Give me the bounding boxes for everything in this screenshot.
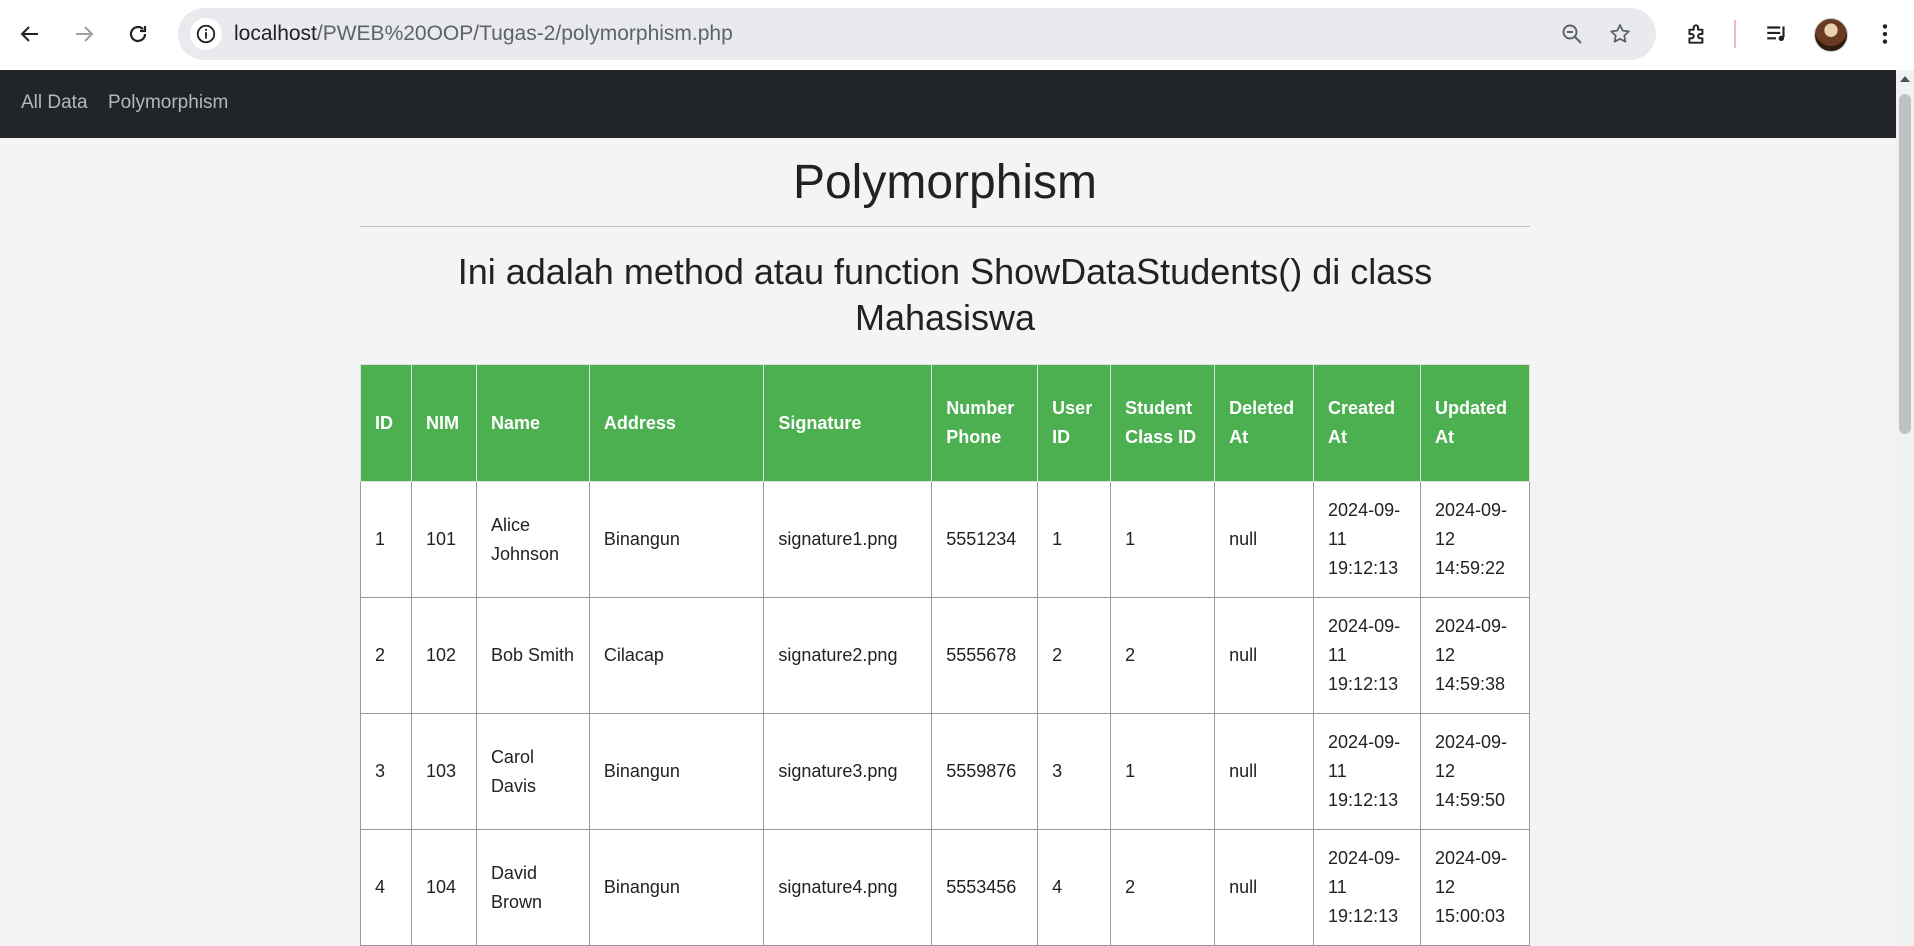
site-info-icon[interactable] <box>190 18 222 50</box>
table-cell: Cilacap <box>588 597 765 714</box>
back-button[interactable] <box>10 14 50 54</box>
table-cell: 2024-09-11 19:12:13 <box>1313 597 1421 714</box>
students-table: ID NIM Name Address Signature Number Pho… <box>360 364 1531 946</box>
more-menu-icon[interactable] <box>1868 17 1902 51</box>
profile-avatar[interactable] <box>1814 18 1848 52</box>
bookmark-star-icon[interactable] <box>1606 20 1634 48</box>
url-host: localhost <box>234 22 317 45</box>
column-header: NIM <box>410 364 477 482</box>
column-header: Signature <box>763 364 933 482</box>
url-text[interactable]: localhost/PWEB%20OOP/Tugas-2/polymorphis… <box>234 22 733 46</box>
forward-button[interactable] <box>64 14 104 54</box>
table-cell: Binangun <box>588 829 765 946</box>
table-cell: Bob Smith <box>475 597 590 714</box>
table-header-row: ID NIM Name Address Signature Number Pho… <box>360 364 1531 482</box>
reload-icon <box>129 25 147 43</box>
main-content: Polymorphism Ini adalah method atau func… <box>360 138 1531 946</box>
table-cell: 1 <box>1037 481 1112 598</box>
table-cell: 2024-09-12 15:00:03 <box>1419 829 1531 946</box>
table-cell: 1 <box>360 481 412 598</box>
column-header: User ID <box>1037 364 1112 482</box>
table-cell: 102 <box>410 597 477 714</box>
table-cell: Alice Johnson <box>475 481 590 598</box>
table-cell: signature2.png <box>763 597 933 714</box>
arrow-left-icon <box>20 26 38 42</box>
title-divider <box>360 226 1530 227</box>
table-cell: 2 <box>360 597 412 714</box>
arrow-right-icon <box>76 26 94 42</box>
column-header: Name <box>475 364 590 482</box>
table-cell: null <box>1214 481 1315 598</box>
table-cell: 2024-09-11 19:12:13 <box>1313 713 1421 830</box>
table-cell: 1 <box>1110 713 1216 830</box>
table-cell: Binangun <box>588 713 765 830</box>
table-cell: 2 <box>1110 829 1216 946</box>
page-title: Polymorphism <box>792 156 1098 209</box>
table-cell: 2024-09-12 14:59:50 <box>1419 713 1531 830</box>
table-cell: 101 <box>410 481 477 598</box>
table-cell: null <box>1214 597 1315 714</box>
column-header: Updated At <box>1419 364 1531 482</box>
nav-link-polymorphism[interactable]: Polymorphism <box>108 92 228 114</box>
table-cell: 4 <box>1037 829 1112 946</box>
column-header: Number Phone <box>931 364 1039 482</box>
zoom-icon[interactable] <box>1558 20 1586 48</box>
scrollbar-thumb[interactable] <box>1899 94 1911 434</box>
table-cell: 5555678 <box>931 597 1039 714</box>
table-cell: signature1.png <box>763 481 933 598</box>
url-path: /PWEB%20OOP/Tugas-2/polymorphism.php <box>316 22 733 45</box>
address-bar[interactable]: localhost/PWEB%20OOP/Tugas-2/polymorphis… <box>178 8 1656 60</box>
table-cell: 2024-09-11 19:12:13 <box>1313 481 1421 598</box>
page-scrollbar[interactable] <box>1896 70 1914 946</box>
page-viewport: All Data Polymorphism Polymorphism Ini a… <box>0 70 1914 946</box>
media-control-icon[interactable] <box>1760 17 1794 51</box>
table-cell: null <box>1214 713 1315 830</box>
table-cell: 104 <box>410 829 477 946</box>
column-header: ID <box>360 364 412 482</box>
table-cell: null <box>1214 829 1315 946</box>
column-header: Deleted At <box>1214 364 1315 482</box>
table-cell: signature4.png <box>763 829 933 946</box>
browser-toolbar: localhost/PWEB%20OOP/Tugas-2/polymorphis… <box>0 0 1914 70</box>
table-cell: 2024-09-12 14:59:38 <box>1419 597 1531 714</box>
site-navbar: All Data Polymorphism <box>0 70 1896 138</box>
table-cell: 3 <box>360 713 412 830</box>
reload-button[interactable] <box>118 14 158 54</box>
table-cell: 103 <box>410 713 477 830</box>
table-cell: 2 <box>1110 597 1216 714</box>
table-cell: 5551234 <box>931 481 1039 598</box>
column-header: Student Class ID <box>1110 364 1216 482</box>
table-row: 2 102 Bob Smith Cilacap signature2.png 5… <box>360 597 1531 714</box>
table-cell: 5553456 <box>931 829 1039 946</box>
table-cell: signature3.png <box>763 713 933 830</box>
page-subtitle: Ini adalah method atau function ShowData… <box>457 251 1433 338</box>
nav-link-all-data[interactable]: All Data <box>21 92 88 114</box>
scroll-up-arrow-icon[interactable] <box>1900 76 1910 82</box>
table-cell: Carol Davis <box>475 713 590 830</box>
column-header: Address <box>588 364 765 482</box>
table-cell: 2024-09-11 19:12:13 <box>1313 829 1421 946</box>
table-cell: 5559876 <box>931 713 1039 830</box>
table-row: 4 104 David Brown Binangun signature4.pn… <box>360 829 1531 946</box>
table-row: 3 103 Carol Davis Binangun signature3.pn… <box>360 713 1531 830</box>
column-header: Created At <box>1313 364 1421 482</box>
table-cell: 2 <box>1037 597 1112 714</box>
table-cell: 3 <box>1037 713 1112 830</box>
table-cell: 2024-09-12 14:59:22 <box>1419 481 1531 598</box>
toolbar-separator <box>1734 20 1736 48</box>
table-cell: Binangun <box>588 481 765 598</box>
table-row: 1 101 Alice Johnson Binangun signature1.… <box>360 481 1531 598</box>
extensions-icon[interactable] <box>1680 17 1714 51</box>
table-cell: 1 <box>1110 481 1216 598</box>
table-cell: 4 <box>360 829 412 946</box>
table-cell: David Brown <box>475 829 590 946</box>
